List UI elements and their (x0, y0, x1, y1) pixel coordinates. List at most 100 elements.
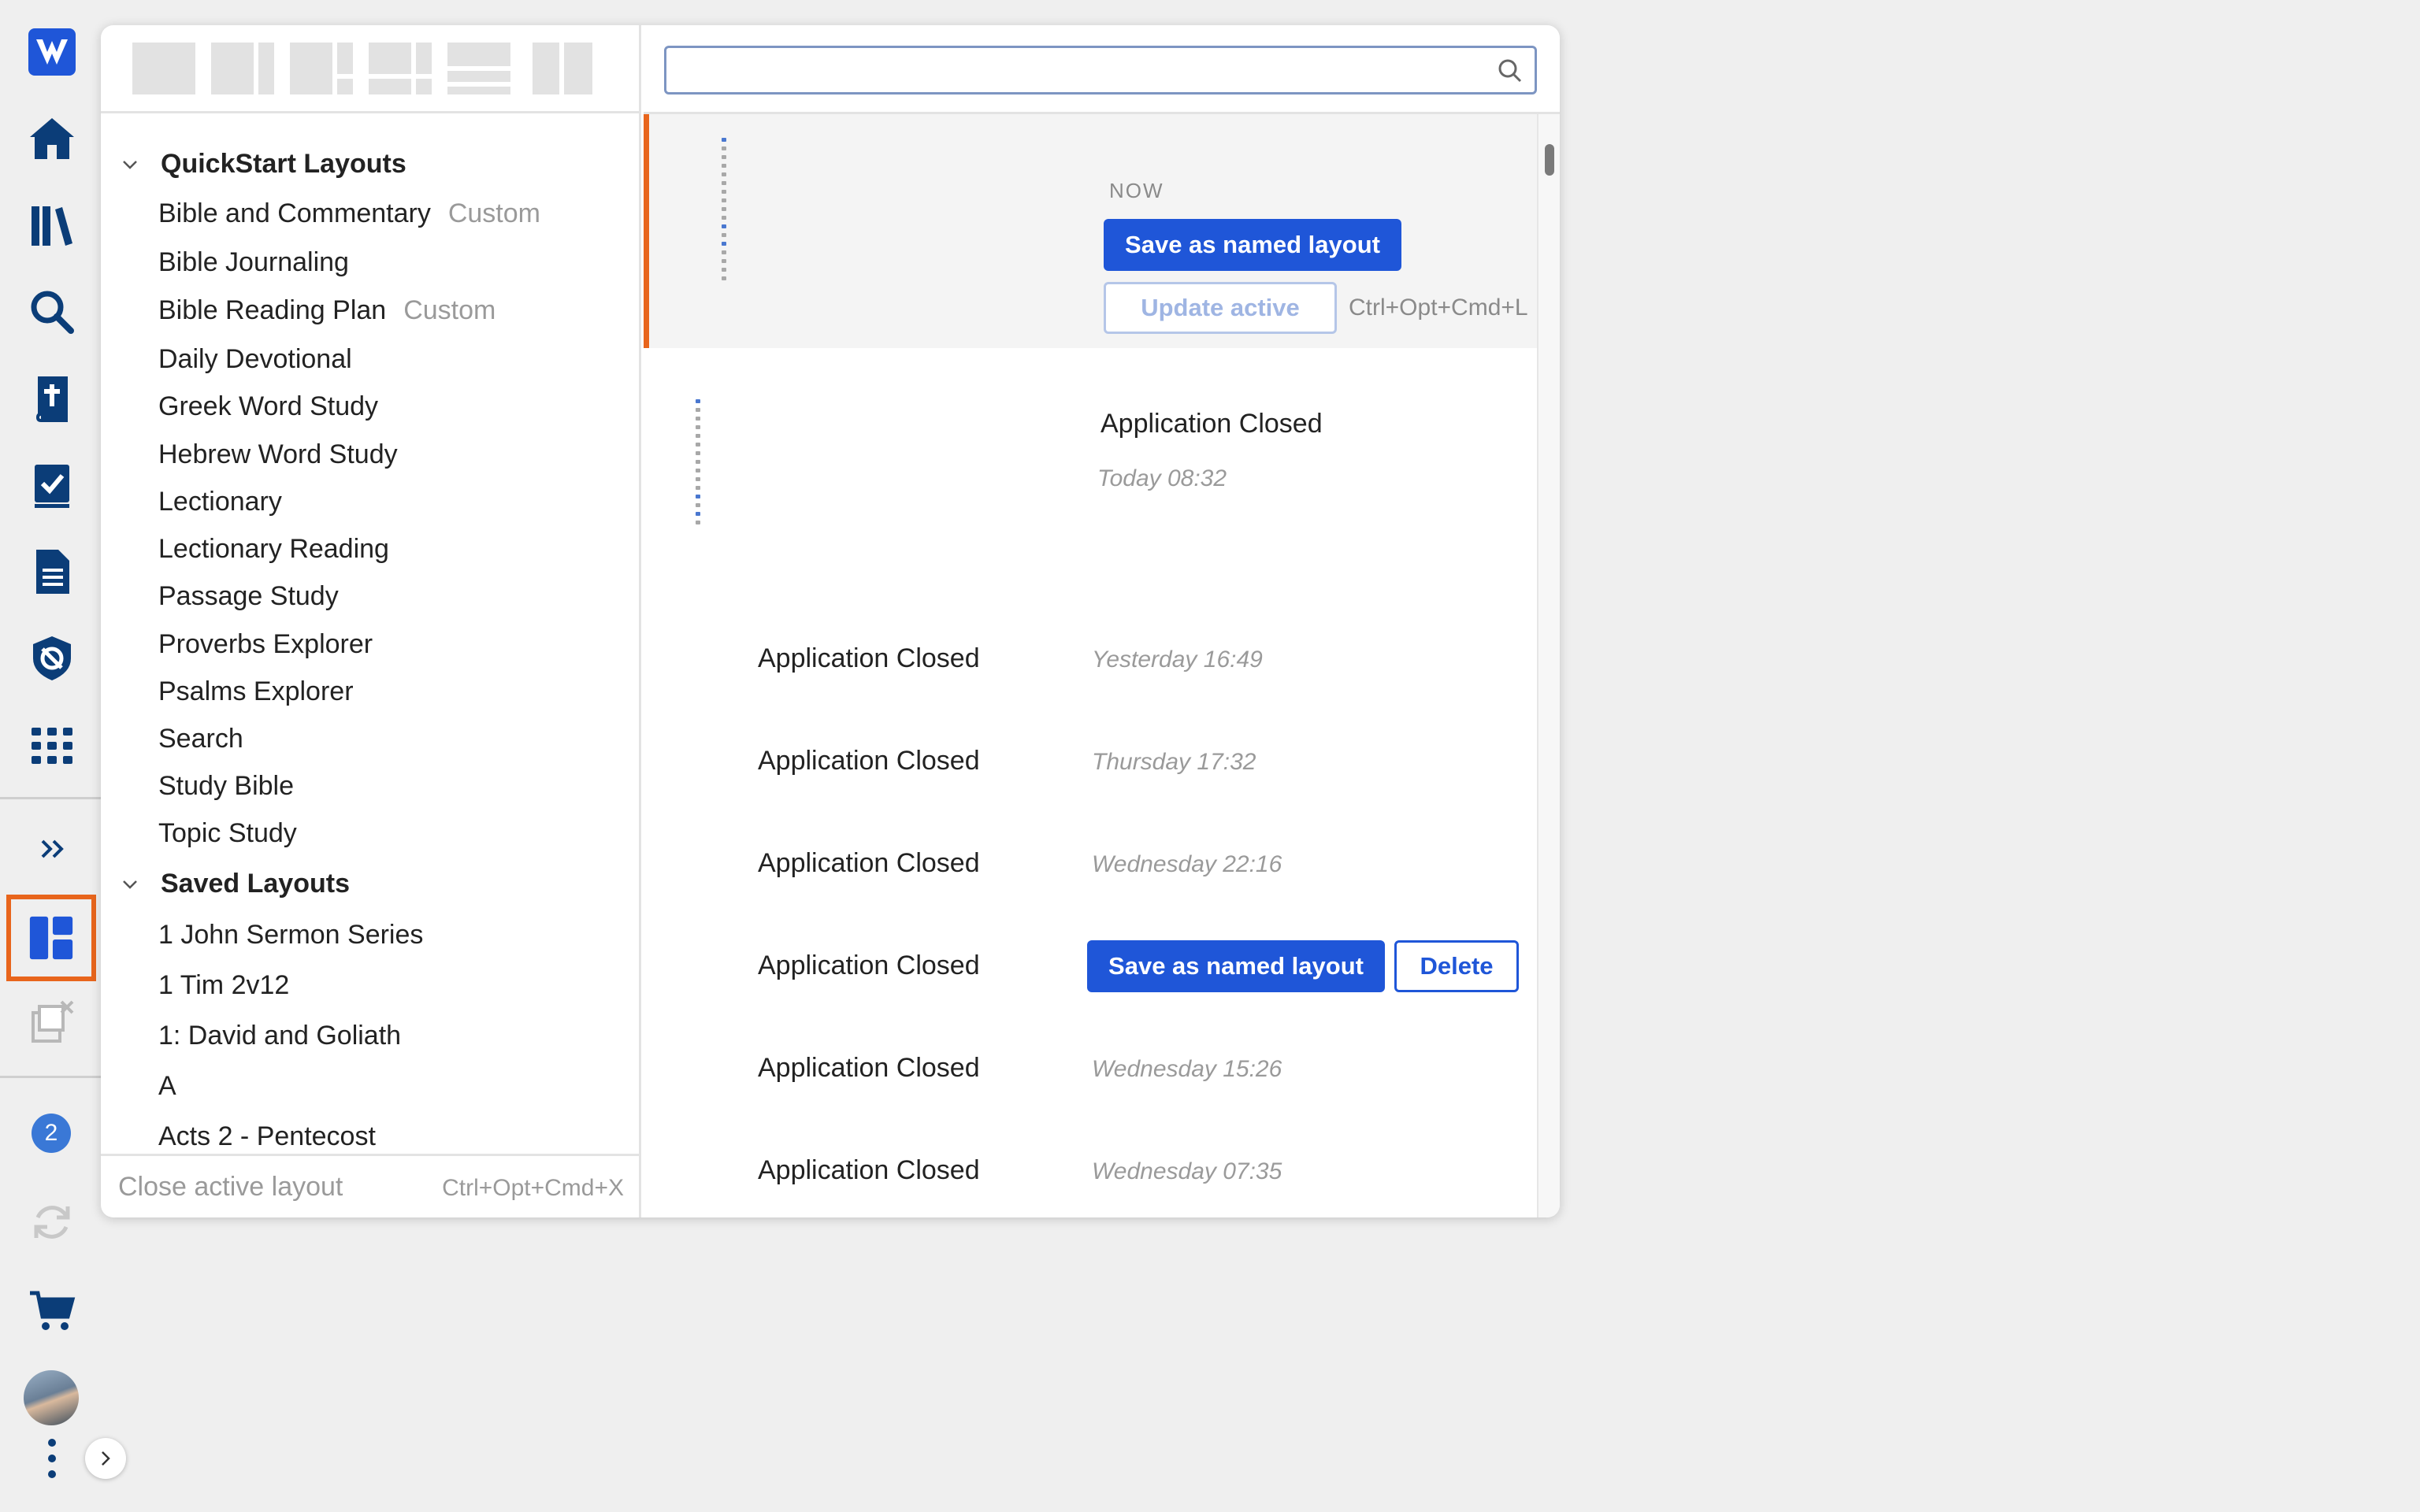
saved-layout-item[interactable]: Acts 2 - Pentecost (158, 1121, 376, 1152)
search-icon[interactable] (24, 284, 80, 340)
now-label: NOW (1109, 179, 1164, 202)
layout-preview-thumbnail (694, 399, 703, 529)
avatar[interactable] (24, 1370, 79, 1425)
apps-grid-icon[interactable] (24, 717, 80, 773)
close-active-layout-button[interactable]: Close active layout (118, 1172, 343, 1203)
history-list: NOW Save as named layout Update active C… (644, 114, 1537, 1217)
document-icon[interactable] (24, 543, 80, 600)
layout-label: Psalms Explorer (158, 676, 354, 706)
save-as-named-layout-button[interactable]: Save as named layout (1104, 219, 1401, 271)
rail-divider (0, 1076, 102, 1078)
group-title: Saved Layouts (161, 869, 350, 899)
layout-single-icon[interactable] (132, 43, 195, 94)
layout-rows-icon[interactable] (447, 43, 510, 94)
update-active-button[interactable]: Update active (1104, 282, 1337, 334)
layout-item[interactable]: Bible Reading Plan Custom (158, 295, 496, 326)
close-layouts-icon[interactable] (24, 994, 80, 1051)
expand-icon[interactable] (24, 821, 80, 877)
layouts-tree: QuickStart Layouts Bible and Commentary C… (101, 116, 641, 1154)
layout-label: Bible and Commentary (158, 198, 431, 228)
saved-layout-item[interactable]: 1 Tim 2v12 (158, 970, 289, 1001)
layout-search[interactable] (664, 46, 1537, 94)
layout-item[interactable]: Search (158, 724, 243, 754)
bible-icon[interactable] (24, 370, 80, 427)
history-title: Application Closed (758, 1155, 980, 1185)
delete-button[interactable]: Delete (1394, 940, 1519, 992)
history-title: Application Closed (758, 951, 980, 980)
scrollbar-thumb[interactable] (1545, 144, 1554, 176)
group-title: QuickStart Layouts (161, 149, 406, 179)
layout-item[interactable]: Study Bible (158, 771, 294, 802)
layout-preview-thumbnail (720, 138, 729, 285)
search-icon (1498, 59, 1522, 83)
history-scrollbar[interactable] (1537, 114, 1560, 1217)
library-icon[interactable] (24, 197, 80, 254)
layout-templates-bar (101, 25, 641, 113)
checklist-icon[interactable] (24, 457, 80, 513)
history-title: Application Closed (758, 1053, 980, 1083)
layout-label: Hebrew Word Study (158, 439, 398, 469)
close-shortcut: Ctrl+Opt+Cmd+X (442, 1175, 624, 1201)
collapse-button[interactable] (85, 1438, 126, 1479)
layout-quad-icon[interactable] (369, 43, 432, 94)
layout-label: Lectionary Reading (158, 534, 389, 564)
layout-item[interactable]: Passage Study (158, 581, 339, 612)
history-time: Wednesday 22:16 (1092, 851, 1282, 877)
chevron-down-icon (123, 160, 137, 169)
history-title: Application Closed (758, 746, 980, 776)
layout-item[interactable]: Proverbs Explorer (158, 629, 373, 660)
save-as-named-layout-button[interactable]: Save as named layout (1087, 940, 1385, 992)
saved-layout-item[interactable]: 1: David and Goliath (158, 1021, 401, 1051)
layout-item[interactable]: Lectionary Reading (158, 534, 389, 565)
history-time: Today 08:32 (1097, 465, 1227, 491)
cart-icon[interactable] (24, 1282, 80, 1339)
layout-label: Topic Study (158, 818, 297, 848)
layout-label: Bible Reading Plan (158, 295, 387, 325)
notification-badge[interactable]: 2 (32, 1114, 71, 1153)
shield-icon[interactable] (24, 630, 80, 687)
layout-two-column-icon[interactable] (211, 43, 274, 94)
layout-item[interactable]: Bible Journaling (158, 247, 349, 278)
history-title: Application Closed (1101, 409, 1323, 439)
layout-label: Proverbs Explorer (158, 629, 373, 659)
history-title: Application Closed (758, 643, 980, 673)
sync-icon[interactable] (24, 1194, 80, 1251)
layout-label: Lectionary (158, 487, 282, 517)
layout-label: Passage Study (158, 581, 339, 611)
layout-three-pane-icon[interactable] (290, 43, 353, 94)
layout-label: Bible Journaling (158, 247, 349, 277)
layout-item[interactable]: Psalms Explorer (158, 676, 354, 707)
layout-item[interactable]: Greek Word Study (158, 391, 378, 422)
collapse-chevron-icon (102, 1451, 110, 1466)
history-time: Wednesday 15:26 (1092, 1056, 1282, 1082)
layout-item[interactable]: Topic Study (158, 818, 297, 849)
layouts-icon (29, 916, 73, 960)
layout-history-column: NOW Save as named layout Update active C… (644, 25, 1560, 1217)
layout-item[interactable]: Lectionary (158, 487, 282, 517)
layouts-list-column: QuickStart Layouts Bible and Commentary C… (101, 25, 641, 1217)
layout-item[interactable]: Hebrew Word Study (158, 439, 398, 470)
saved-layout-item[interactable]: 1 John Sermon Series (158, 920, 423, 951)
layouts-button[interactable] (6, 895, 96, 981)
update-shortcut: Ctrl+Opt+Cmd+L (1349, 295, 1528, 321)
layout-label: Daily Devotional (158, 344, 352, 374)
quickstart-group-header[interactable]: QuickStart Layouts (118, 149, 406, 180)
more-icon[interactable] (24, 1430, 80, 1487)
app-rail: 2 (0, 0, 126, 1512)
custom-tag: Custom (403, 295, 496, 325)
panel-footer: Close active layout Ctrl+Opt+Cmd+X (101, 1154, 641, 1217)
layout-side-by-side-icon[interactable] (533, 43, 592, 94)
layout-label: Greek Word Study (158, 391, 379, 421)
layout-label: Search (158, 724, 243, 754)
history-title: Application Closed (758, 848, 980, 878)
chevron-down-icon (123, 880, 137, 889)
history-time: Thursday 17:32 (1092, 749, 1256, 775)
saved-group-header[interactable]: Saved Layouts (118, 869, 350, 899)
saved-layout-item[interactable]: A (158, 1071, 176, 1102)
layout-item[interactable]: Bible and Commentary Custom (158, 198, 540, 229)
layout-item[interactable]: Daily Devotional (158, 344, 352, 375)
logos-logo-icon[interactable] (24, 24, 80, 80)
home-icon[interactable] (24, 110, 80, 167)
history-time: Wednesday 07:35 (1092, 1158, 1282, 1184)
search-input[interactable] (674, 53, 1486, 87)
